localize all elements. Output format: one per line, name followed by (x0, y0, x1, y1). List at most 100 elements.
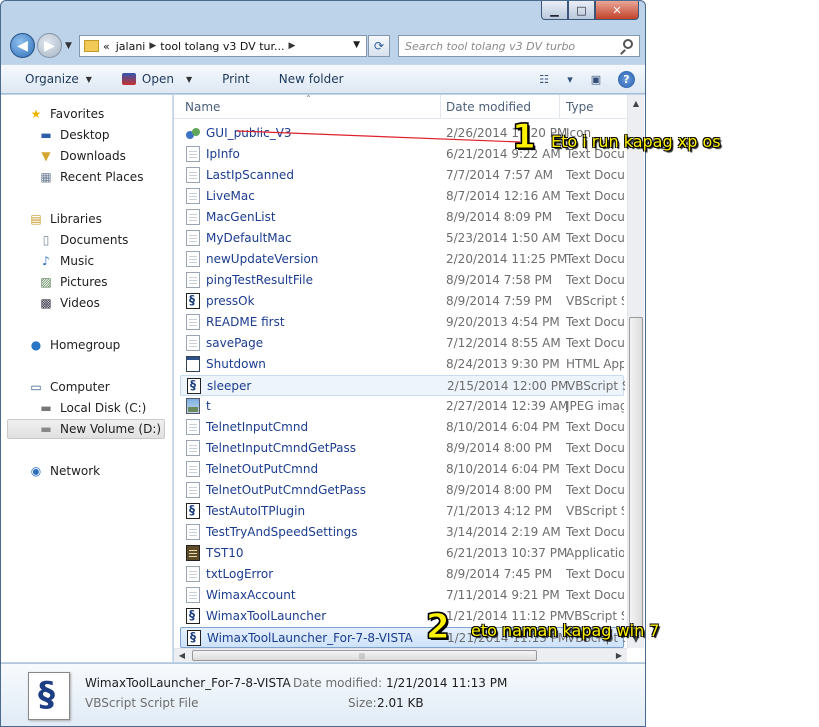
table-row[interactable]: TelnetOutPutCmnd 8/10/2014 6:04 PM Text Do… (180, 459, 624, 480)
desktop-icon: ▬ (40, 128, 52, 142)
file-list: ⌃ Name Date modified Type GUI_public_V3 2… (174, 95, 645, 662)
file-date: 8/24/2013 9:30 PM (446, 357, 560, 371)
table-row[interactable]: savePage 7/12/2014 8:55 AM Text Document (180, 333, 624, 354)
recent-places-icon: ▦ (40, 170, 52, 184)
sidebar-item-network[interactable]: ◉ Network (1, 461, 171, 481)
preview-pane-icon[interactable]: ▣ (588, 73, 604, 87)
close-button[interactable]: ✕ (595, 1, 639, 20)
table-row[interactable]: LiveMac 8/7/2014 12:16 AM Text Document (180, 186, 624, 207)
file-name: WimaxToolLauncher_For-7-8-VISTA (207, 631, 413, 645)
new-folder-label: New folder (278, 72, 344, 86)
recent-pages-dropdown-icon[interactable]: ▼ (65, 41, 72, 51)
sidebar-item-documents[interactable]: ▯ Documents (1, 230, 171, 250)
table-row[interactable]: LastIpScanned 7/7/2014 7:57 AM Text Docume… (180, 165, 624, 186)
table-row[interactable]: t 2/27/2014 12:39 AMJPEG image (180, 396, 624, 417)
sidebar-item-downloads[interactable]: ▼ Downloads (1, 146, 171, 166)
column-headers: ⌃ Name Date modified Type (174, 95, 627, 119)
table-row[interactable]: pingTestResultFile 8/9/2014 7:58 PM Text D… (180, 270, 624, 291)
file-type: VBScript Script File (566, 294, 624, 308)
sidebar-item-libraries[interactable]: ▤ Libraries (1, 209, 171, 229)
table-row[interactable]: newUpdateVersion 2/20/2014 11:25 PM Text D… (180, 249, 624, 270)
address-bar[interactable]: « jalani ▶ tool tolang v3 DV tur... ▶ ▼ (79, 35, 367, 57)
file-date: 9/20/2013 4:54 PM (446, 315, 560, 329)
table-row[interactable]: MyDefaultMac 5/23/2014 1:50 AM Text Docume… (180, 228, 624, 249)
refresh-button[interactable]: ⟳ (368, 35, 390, 57)
file-name: TelnetInputCmnd (206, 420, 309, 434)
table-row[interactable]: sleeper 2/15/2014 12:00 PMVBScript Script… (180, 375, 625, 396)
file-date: 2/26/2014 11:20 PM (446, 126, 568, 140)
sidebar-item-favorites[interactable]: ★ Favorites (1, 104, 171, 124)
search-box[interactable] (398, 35, 640, 57)
sidebar-label: Favorites (50, 107, 105, 121)
print-button[interactable]: Print (222, 72, 250, 86)
minimize-button[interactable]: ▁ (541, 1, 568, 20)
chevron-right-icon[interactable]: ▶ (149, 41, 156, 51)
scroll-left-icon[interactable]: ◀ (174, 649, 190, 662)
sidebar-item-homegroup[interactable]: ● Homegroup (1, 335, 171, 355)
scroll-thumb[interactable]: ||| (192, 650, 537, 661)
file-date: 2/15/2014 12:00 PM (447, 379, 569, 393)
sidebar-item-pictures[interactable]: ▨ Pictures (1, 272, 171, 292)
file-date: 8/9/2014 8:00 PM (446, 441, 553, 455)
vbs-file-icon (187, 378, 201, 394)
maximize-button[interactable]: □ (568, 1, 595, 20)
table-row[interactable]: MacGenList 8/9/2014 8:09 PM Text Document (180, 207, 624, 228)
column-header-type[interactable]: Type (566, 100, 594, 114)
txt-file-icon (186, 482, 200, 498)
search-icon[interactable] (623, 39, 633, 49)
help-icon[interactable]: ? (618, 71, 635, 88)
back-button[interactable]: ◀ (10, 33, 35, 58)
file-date: 8/10/2014 6:04 PM (446, 462, 560, 476)
column-header-name[interactable]: Name (185, 100, 220, 114)
sidebar-item-local-disk[interactable]: ▬ Local Disk (C:) (1, 398, 171, 418)
sidebar-item-desktop[interactable]: ▬ Desktop (1, 125, 171, 145)
organize-button[interactable]: Organize ▼ (25, 72, 92, 86)
sidebar-item-music[interactable]: ♪ Music (1, 251, 171, 271)
sidebar-label: Homegroup (50, 338, 121, 352)
table-row[interactable]: TST10 6/21/2013 10:37 PMApplication (180, 543, 624, 564)
change-view-icon[interactable]: ☷ (536, 73, 552, 87)
breadcrumb-current-folder[interactable]: tool tolang v3 DV tur... (160, 40, 284, 53)
sidebar-item-new-volume[interactable]: ▬ New Volume (D:) (7, 419, 165, 439)
file-type: HTML Application (566, 357, 624, 371)
txt-file-icon (186, 566, 200, 582)
file-name: MacGenList (206, 210, 276, 224)
breadcrumb-overflow[interactable]: « (103, 40, 110, 53)
file-date: 3/14/2014 2:19 AM (446, 525, 561, 539)
table-row[interactable]: Shutdown 8/24/2013 9:30 PM HTML Applicatio… (180, 354, 624, 375)
vertical-scrollbar[interactable]: ▲ ▼ (627, 95, 644, 648)
new-folder-button[interactable]: New folder (279, 72, 344, 86)
scroll-up-icon[interactable]: ▲ (628, 95, 644, 112)
search-input[interactable] (405, 39, 620, 53)
open-button[interactable]: Open ▼ (121, 72, 192, 86)
sidebar-item-videos[interactable]: ▩ Videos (1, 293, 171, 313)
table-row[interactable]: WimaxAccount 7/11/2014 9:21 PM Text Docume… (180, 585, 624, 606)
chevron-right-icon[interactable]: ▶ (289, 41, 296, 51)
file-name: sleeper (207, 379, 252, 393)
vbs-file-icon (186, 503, 200, 519)
folder-icon (84, 40, 99, 52)
sidebar-item-computer[interactable]: ▭ Computer (1, 377, 171, 397)
table-row[interactable]: TelnetInputCmnd 8/10/2014 6:04 PM Text Doc… (180, 417, 624, 438)
table-row[interactable]: pressOk 8/9/2014 7:59 PM VBScript Script F… (180, 291, 624, 312)
vbscript-file-icon (28, 672, 70, 720)
table-row[interactable]: README first 9/20/2013 4:54 PM Text Docume… (180, 312, 624, 333)
chevron-down-icon[interactable]: ▾ (566, 73, 574, 87)
table-row[interactable]: TelnetInputCmndGetPass 8/9/2014 8:00 PM Te… (180, 438, 624, 459)
documents-icon: ▯ (42, 233, 50, 247)
column-divider[interactable] (440, 95, 441, 119)
forward-button[interactable]: ▶ (37, 33, 62, 58)
table-row[interactable]: TestTryAndSpeedSettings 3/14/2014 2:19 AM… (180, 522, 624, 543)
breadcrumb-jalani[interactable]: jalani (116, 40, 146, 53)
address-dropdown-icon[interactable]: ▼ (353, 40, 360, 50)
column-header-date[interactable]: Date modified (446, 100, 531, 114)
scroll-thumb[interactable] (629, 317, 643, 630)
videos-icon: ▩ (40, 296, 52, 310)
table-row[interactable]: txtLogError 8/9/2014 7:45 PM Text Document (180, 564, 624, 585)
table-row[interactable]: TelnetOutPutCmndGetPass 8/9/2014 8:00 PM T… (180, 480, 624, 501)
scroll-right-icon[interactable]: ▶ (611, 649, 627, 662)
sidebar-item-recent-places[interactable]: ▦ Recent Places (1, 167, 171, 187)
table-row[interactable]: TestAutoITPlugin 7/1/2013 4:12 PM VBScript… (180, 501, 624, 522)
column-divider[interactable] (559, 95, 560, 119)
horizontal-scrollbar[interactable]: ◀ ||| ▶ (174, 648, 627, 662)
